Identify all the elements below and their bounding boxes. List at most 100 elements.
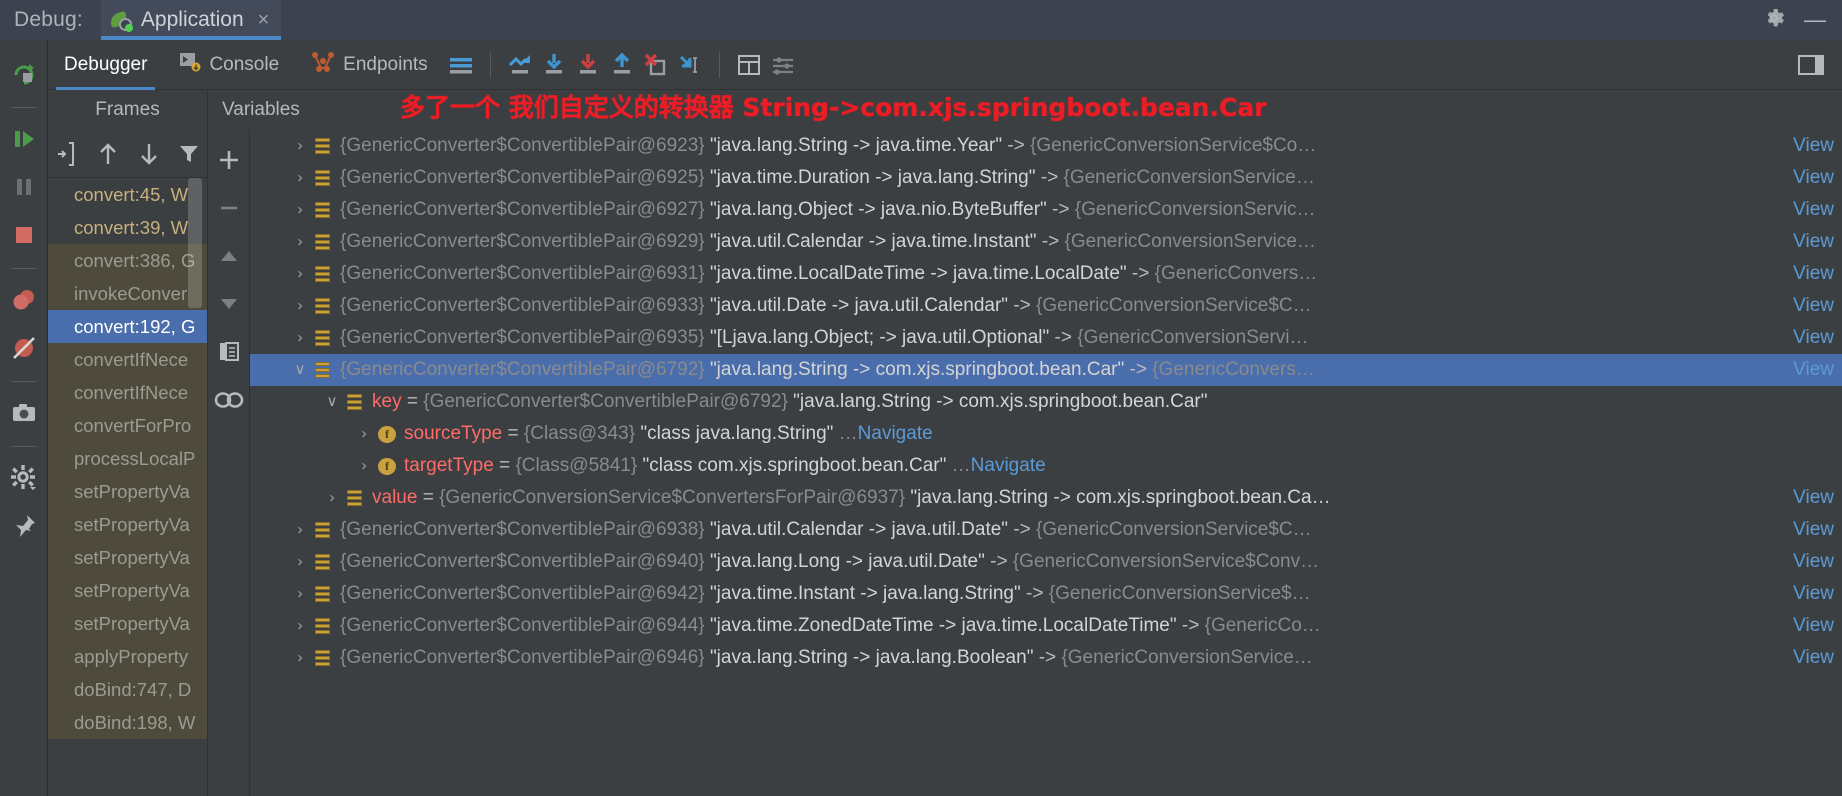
tree-row[interactable]: {GenericConverter$ConvertiblePair@6942} … [250,578,1842,610]
chevron-right-icon[interactable] [290,514,310,546]
mute-breakpoints-button[interactable] [4,328,44,368]
navigate-link[interactable]: Navigate [858,418,933,450]
chevron-right-icon[interactable] [290,258,310,290]
frame-row[interactable]: setPropertyVa [48,574,207,607]
remove-watch-icon[interactable] [209,184,249,232]
pause-program-button[interactable] [4,167,44,207]
session-tab-application[interactable]: Application × [100,0,282,40]
frame-row[interactable]: setPropertyVa [48,475,207,508]
view-link[interactable]: View [1793,546,1834,578]
chevron-right-icon[interactable] [322,482,342,514]
frames-list[interactable]: convert:45, Wconvert:39, Wconvert:386, G… [48,178,208,796]
chevron-right-icon[interactable] [354,450,374,482]
step-over-icon[interactable] [537,48,571,82]
frame-row[interactable]: convert:39, W [48,211,207,244]
view-link[interactable]: View [1793,482,1834,514]
copy-value-icon[interactable] [209,328,249,376]
add-watch-icon[interactable] [209,136,249,184]
frame-row[interactable]: setPropertyVa [48,508,207,541]
chevron-right-icon[interactable] [290,226,310,258]
frame-row[interactable]: convertIfNece [48,343,207,376]
view-link[interactable]: View [1793,514,1834,546]
move-up-icon[interactable] [90,135,126,173]
tree-row[interactable]: {GenericConverter$ConvertiblePair@6929} … [250,226,1842,258]
frame-row[interactable]: applyProperty [48,640,207,673]
frame-row[interactable]: invokeConver [48,277,207,310]
frame-row[interactable]: setPropertyVa [48,607,207,640]
view-link[interactable]: View [1793,130,1834,162]
settings-sliders-icon[interactable] [766,48,800,82]
tree-row[interactable]: f targetType = {Class@5841} "class com.xj… [250,450,1842,482]
frame-row[interactable]: convert:192, G [48,310,207,343]
step-out-icon[interactable] [605,48,639,82]
tree-row[interactable]: {GenericConverter$ConvertiblePair@6935} … [250,322,1842,354]
chevron-right-icon[interactable] [290,546,310,578]
chevron-right-icon[interactable] [354,418,374,450]
frame-row[interactable]: setPropertyVa [48,541,207,574]
tab-endpoints[interactable]: Endpoints [295,40,444,90]
view-link[interactable]: View [1793,354,1834,386]
tree-row[interactable]: {GenericConverter$ConvertiblePair@6940} … [250,546,1842,578]
frame-row[interactable]: processLocalP [48,442,207,475]
view-link[interactable]: View [1793,610,1834,642]
frame-row[interactable]: convertForPro [48,409,207,442]
view-link[interactable]: View [1793,258,1834,290]
tree-row[interactable]: key = {GenericConverter$ConvertiblePair@… [250,386,1842,418]
filter-icon[interactable] [171,135,207,173]
chevron-right-icon[interactable] [290,194,310,226]
view-link[interactable]: View [1793,162,1834,194]
move-watch-up-icon[interactable] [209,232,249,280]
frame-row[interactable]: convert:45, W [48,178,207,211]
drop-frame-icon[interactable] [639,48,673,82]
view-link[interactable]: View [1793,578,1834,610]
frames-scrollbar[interactable] [188,178,202,308]
tree-row-selected[interactable]: {GenericConverter$ConvertiblePair@6792} … [250,354,1842,386]
chevron-right-icon[interactable] [290,322,310,354]
tree-row[interactable]: {GenericConverter$ConvertiblePair@6938} … [250,514,1842,546]
run-to-cursor-icon[interactable] [673,48,707,82]
frame-row[interactable]: convert:386, G [48,244,207,277]
chevron-right-icon[interactable] [290,290,310,322]
rerun-button[interactable] [4,54,44,94]
evaluate-expression-icon[interactable] [732,48,766,82]
tab-console[interactable]: Console [163,40,295,90]
resume-program-button[interactable] [4,119,44,159]
inspect-icon[interactable] [209,376,249,424]
tree-row[interactable]: {GenericConverter$ConvertiblePair@6933} … [250,290,1842,322]
tree-row[interactable]: {GenericConverter$ConvertiblePair@6944} … [250,610,1842,642]
chevron-right-icon[interactable] [290,610,310,642]
tree-row[interactable]: {GenericConverter$ConvertiblePair@6923} … [250,130,1842,162]
view-link[interactable]: View [1793,290,1834,322]
tab-debugger[interactable]: Debugger [48,40,163,90]
view-breakpoints-button[interactable] [4,280,44,320]
view-link[interactable]: View [1793,226,1834,258]
chevron-right-icon[interactable] [290,162,310,194]
tree-row[interactable]: {GenericConverter$ConvertiblePair@6946} … [250,642,1842,674]
camera-icon[interactable] [4,393,44,433]
view-link[interactable]: View [1793,642,1834,674]
gear-icon[interactable] [4,458,44,498]
show-execution-point-icon[interactable] [503,48,537,82]
tree-row[interactable]: {GenericConverter$ConvertiblePair@6927} … [250,194,1842,226]
minimize-icon[interactable]: — [1804,9,1826,31]
navigate-link[interactable]: Navigate [971,450,1046,482]
close-icon[interactable]: × [258,9,270,32]
tree-row[interactable]: {GenericConverter$ConvertiblePair@6925} … [250,162,1842,194]
restore-layout-icon[interactable] [1794,48,1828,82]
stop-button[interactable] [4,215,44,255]
move-watch-down-icon[interactable] [209,280,249,328]
tree-row[interactable]: f sourceType = {Class@343} "class java.la… [250,418,1842,450]
pin-icon[interactable] [4,506,44,546]
step-into-icon[interactable] [571,48,605,82]
move-down-icon[interactable] [131,135,167,173]
tree-row[interactable]: {GenericConverter$ConvertiblePair@6931} … [250,258,1842,290]
layout-settings-icon[interactable] [444,48,478,82]
chevron-right-icon[interactable] [290,642,310,674]
tree-row[interactable]: value = {GenericConversionService$Conver… [250,482,1842,514]
frame-row[interactable]: doBind:747, D [48,673,207,706]
view-link[interactable]: View [1793,194,1834,226]
chevron-down-icon[interactable] [322,386,342,418]
variables-tree[interactable]: {GenericConverter$ConvertiblePair@6923} … [250,130,1842,796]
thread-selector-icon[interactable] [50,135,86,173]
view-link[interactable]: View [1793,322,1834,354]
